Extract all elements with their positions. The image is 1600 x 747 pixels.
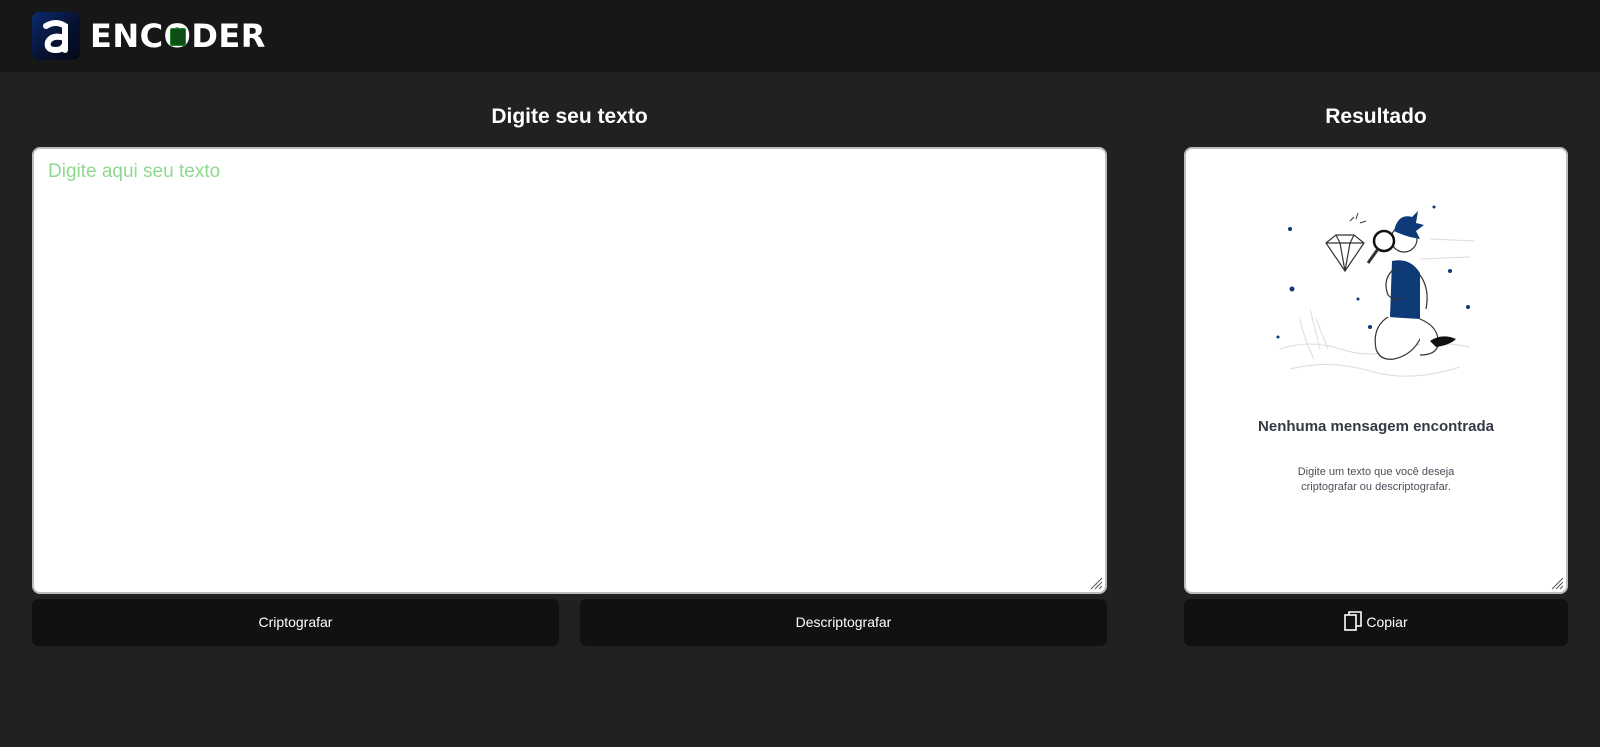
logo-letter-glyph — [43, 20, 68, 54]
empty-state-description-text: Digite um texto que você deseja criptogr… — [1297, 466, 1455, 493]
text-input[interactable] — [34, 149, 1105, 592]
input-section-title: Digite seu texto — [491, 105, 648, 128]
result-section-title: Resultado — [1325, 105, 1427, 128]
empty-state-title: Nenhuma mensagem encontrada — [1258, 418, 1494, 435]
copy-button[interactable]: Copiar — [1184, 599, 1568, 646]
copy-button-label: Copiar — [1366, 614, 1408, 630]
result-panel: Nenhuma mensagem encontrada Digite um te… — [1184, 147, 1568, 594]
decrypt-button[interactable]: Descriptografar — [580, 599, 1107, 646]
copy-icon — [1344, 611, 1363, 632]
empty-state-description: Digite um texto que você deseja criptogr… — [1186, 465, 1566, 495]
logo-icon[interactable] — [32, 12, 80, 60]
resize-handle-icon[interactable] — [1089, 576, 1103, 590]
encrypt-button[interactable]: Criptografar — [32, 599, 559, 646]
resize-handle-icon[interactable] — [1550, 576, 1564, 590]
chip-icon — [170, 28, 186, 46]
text-input-container — [32, 147, 1107, 594]
search-illustration-icon — [1276, 205, 1476, 377]
app-header: ENCODER — [0, 0, 1600, 72]
